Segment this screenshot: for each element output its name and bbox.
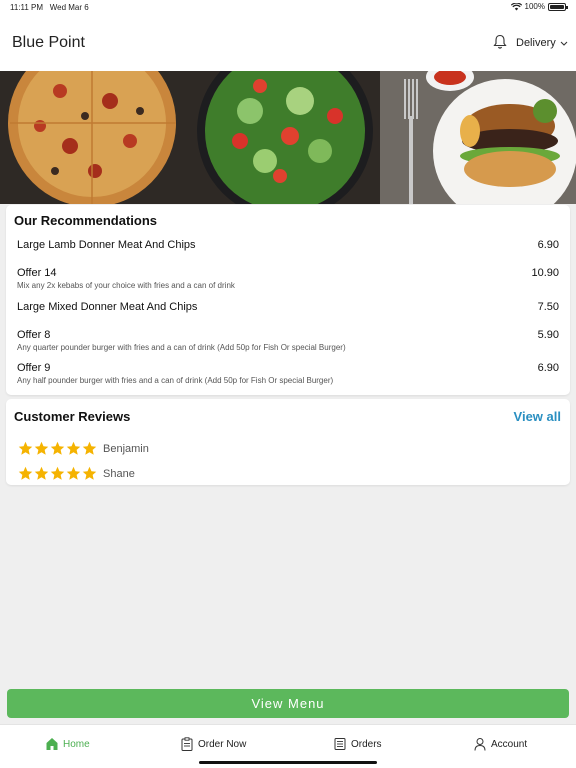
- battery-fill: [550, 4, 564, 9]
- order-mode-dropdown[interactable]: Delivery: [516, 37, 568, 49]
- item-name: Large Mixed Donner Meat And Chips: [17, 301, 198, 313]
- star-icon: [82, 441, 97, 455]
- tab-account[interactable]: Account: [474, 737, 527, 751]
- item-price: 10.90: [531, 267, 559, 279]
- review-row: Shane: [18, 466, 135, 481]
- item-price: 6.90: [537, 239, 559, 251]
- clipboard-icon: [181, 737, 193, 751]
- tab-order-now-label: Order Now: [198, 738, 247, 750]
- status-right: 100%: [510, 2, 568, 11]
- item-name: Large Lamb Donner Meat And Chips: [17, 239, 196, 251]
- chevron-down-icon: [560, 41, 568, 46]
- tab-home-label: Home: [63, 738, 90, 750]
- item-description: Any half pounder burger with fries and a…: [17, 376, 334, 385]
- view-all-link[interactable]: View all: [514, 409, 561, 424]
- recommendations-card: Our Recommendations Large Lamb Donner Me…: [6, 205, 570, 395]
- star-icon: [34, 441, 49, 455]
- tab-orders[interactable]: Orders: [334, 737, 382, 751]
- item-description: Any quarter pounder burger with fries an…: [17, 343, 346, 352]
- home-icon: [46, 738, 58, 750]
- star-icon: [18, 441, 33, 455]
- hero-food-image: [0, 71, 576, 204]
- review-row: Benjamin: [18, 441, 149, 456]
- recommendations-title: Our Recommendations: [14, 213, 158, 228]
- item-name: Offer 14: [17, 267, 57, 279]
- star-rating: [18, 441, 97, 456]
- star-icon: [34, 466, 49, 480]
- reviewer-name: Shane: [103, 467, 135, 480]
- reviews-title: Customer Reviews: [14, 409, 131, 424]
- wifi-icon: [510, 2, 522, 10]
- status-time: 11:11 PM Wed Mar 6: [10, 3, 89, 12]
- item-name: Offer 8: [17, 329, 51, 341]
- star-icon: [66, 466, 81, 480]
- star-icon: [82, 466, 97, 480]
- battery-percent: 100%: [524, 2, 545, 11]
- star-icon: [18, 466, 33, 480]
- recommendation-item[interactable]: Large Mixed Donner Meat And Chips 7.50: [17, 301, 559, 313]
- battery-icon: [548, 2, 568, 11]
- item-price: 5.90: [537, 329, 559, 341]
- recommendation-item[interactable]: Offer 8 Any quarter pounder burger with …: [17, 329, 559, 352]
- order-mode-label: Delivery: [516, 37, 556, 49]
- reviewer-name: Benjamin: [103, 442, 149, 455]
- bell-icon[interactable]: [493, 34, 507, 50]
- tab-home[interactable]: Home: [46, 737, 90, 751]
- item-name: Offer 9: [17, 362, 51, 374]
- hero-banner: [0, 71, 576, 204]
- recommendation-item[interactable]: Offer 14 Mix any 2x kebabs of your choic…: [17, 267, 559, 290]
- receipt-icon: [334, 738, 346, 750]
- tab-orders-label: Orders: [351, 738, 382, 750]
- recommendation-item[interactable]: Large Lamb Donner Meat And Chips 6.90: [17, 239, 559, 251]
- star-icon: [66, 441, 81, 455]
- tab-order-now[interactable]: Order Now: [181, 737, 246, 751]
- view-menu-button[interactable]: View Menu: [7, 689, 569, 718]
- star-rating: [18, 466, 97, 481]
- app-header: Blue Point Delivery: [0, 14, 576, 71]
- salad-photo: [197, 71, 373, 204]
- star-icon: [50, 441, 65, 455]
- home-indicator[interactable]: [199, 761, 377, 764]
- user-icon: [474, 738, 486, 751]
- item-price: 6.90: [537, 362, 559, 374]
- tab-account-label: Account: [491, 738, 528, 750]
- item-description: Mix any 2x kebabs of your choice with fr…: [17, 281, 235, 290]
- reviews-card: Customer Reviews View all Benjamin Shane: [6, 399, 570, 485]
- recommendation-item[interactable]: Offer 9 Any half pounder burger with fri…: [17, 362, 559, 385]
- star-icon: [50, 466, 65, 480]
- restaurant-title: Blue Point: [12, 34, 85, 51]
- status-bar: 11:11 PM Wed Mar 6 100%: [0, 0, 576, 14]
- item-price: 7.50: [537, 301, 559, 313]
